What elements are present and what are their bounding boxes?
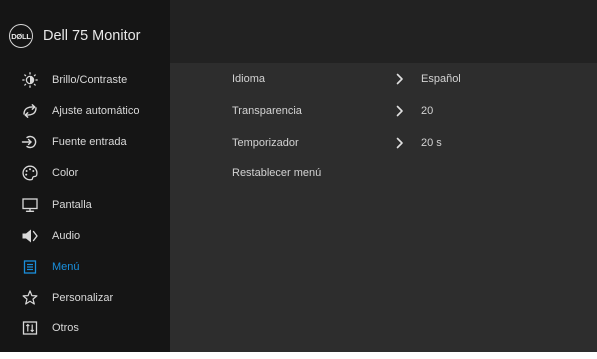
- setting-value: 20: [421, 105, 434, 117]
- sidebar-item-label: Fuente entrada: [52, 136, 127, 148]
- sidebar-item-fuente-entrada[interactable]: Fuente entrada: [0, 128, 170, 156]
- brand-header: DØLL Dell 75 Monitor: [9, 23, 141, 49]
- setting-label: Temporizador: [232, 137, 299, 149]
- sidebar: DØLL Dell 75 Monitor Brillo/Contraste Aj…: [0, 0, 170, 352]
- others-icon: [21, 320, 39, 336]
- sidebar-item-label: Personalizar: [52, 292, 114, 304]
- sidebar-item-ajuste-automatico[interactable]: Ajuste automático: [0, 97, 170, 125]
- setting-row-transparencia[interactable]: Transparencia 20: [232, 100, 592, 122]
- header-bar: [170, 0, 597, 63]
- setting-value: 20 s: [421, 137, 442, 149]
- menu-icon: [21, 259, 39, 275]
- setting-label: Idioma: [232, 73, 266, 85]
- star-icon: [21, 290, 39, 306]
- setting-label: Transparencia: [232, 105, 302, 117]
- sidebar-item-color[interactable]: Color: [0, 159, 170, 187]
- chevron-right-icon: [395, 73, 405, 85]
- sidebar-item-label: Color: [52, 167, 79, 179]
- color-palette-icon: [21, 165, 39, 181]
- brightness-icon: [21, 72, 39, 88]
- monitor-osd: DØLL Dell 75 Monitor Brillo/Contraste Aj…: [0, 0, 597, 352]
- sidebar-item-label: Otros: [52, 322, 79, 334]
- display-monitor-icon: [21, 197, 39, 213]
- sidebar-item-label: Brillo/Contraste: [52, 74, 128, 86]
- sidebar-item-menu[interactable]: Menú: [0, 253, 170, 281]
- dell-logo: DØLL: [9, 24, 33, 48]
- sidebar-item-pantalla[interactable]: Pantalla: [0, 191, 170, 219]
- sidebar-item-brillo-contraste[interactable]: Brillo/Contraste: [0, 66, 170, 94]
- sidebar-item-audio[interactable]: Audio: [0, 222, 170, 250]
- sidebar-item-personalizar[interactable]: Personalizar: [0, 284, 170, 312]
- auto-adjust-icon: [21, 103, 39, 119]
- setting-row-temporizador[interactable]: Temporizador 20 s: [232, 132, 592, 154]
- input-source-icon: [21, 134, 39, 150]
- setting-value: Español: [421, 73, 461, 85]
- sidebar-item-label: Menú: [52, 261, 80, 273]
- sidebar-item-label: Ajuste automático: [52, 105, 140, 117]
- sidebar-item-label: Pantalla: [52, 199, 92, 211]
- sidebar-item-otros[interactable]: Otros: [0, 314, 170, 342]
- chevron-right-icon: [395, 137, 405, 149]
- setting-label: Restablecer menú: [232, 167, 322, 179]
- chevron-right-icon: [395, 105, 405, 117]
- setting-row-restablecer-menu[interactable]: Restablecer menú: [232, 162, 592, 184]
- speaker-icon: [21, 228, 39, 244]
- setting-row-idioma[interactable]: Idioma Español: [232, 68, 592, 90]
- sidebar-item-label: Audio: [52, 230, 81, 242]
- monitor-title: Dell 75 Monitor: [43, 28, 141, 44]
